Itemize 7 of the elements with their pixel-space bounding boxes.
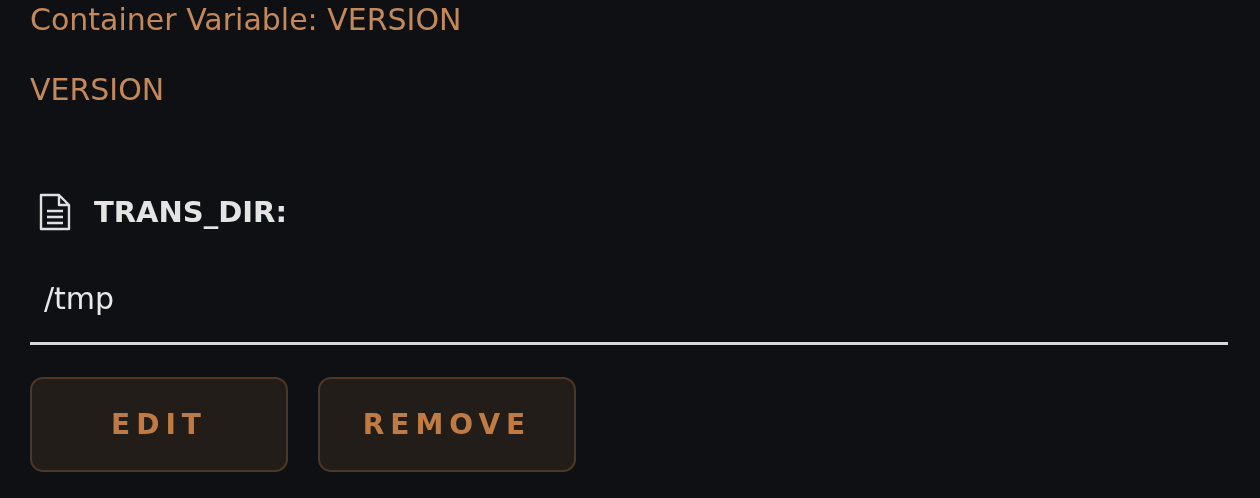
variable-label: TRANS_DIR: xyxy=(94,195,287,229)
subtitle-text: VERSION xyxy=(30,71,166,109)
document-icon xyxy=(38,193,72,231)
edit-button[interactable]: EDIT xyxy=(30,377,288,472)
value-field[interactable]: /tmp xyxy=(30,272,1228,345)
description-text: Container Variable: VERSION xyxy=(30,1,463,39)
remove-button[interactable]: REMOVE xyxy=(318,377,576,472)
